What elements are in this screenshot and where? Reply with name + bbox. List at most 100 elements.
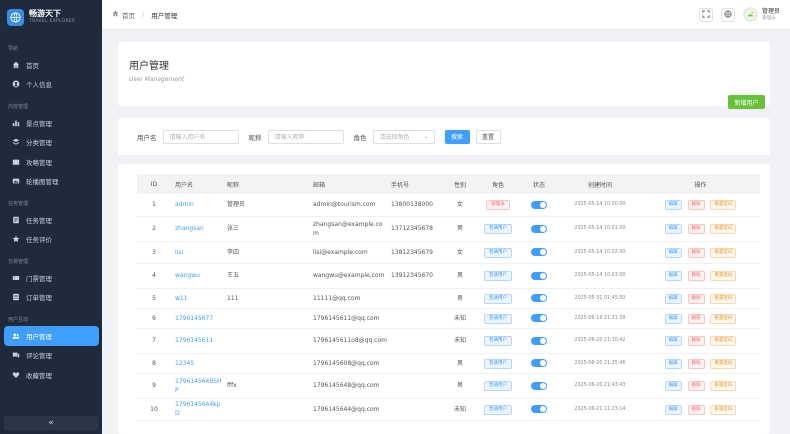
- delete-button[interactable]: 删除: [687, 271, 705, 281]
- cell-gender: 男: [443, 263, 477, 289]
- status-toggle[interactable]: [531, 314, 547, 322]
- delete-button[interactable]: 删除: [687, 313, 705, 324]
- username-link[interactable]: 1796145648SHP: [175, 378, 222, 394]
- reset-password-button[interactable]: 重置密码: [710, 247, 737, 258]
- cell-nickname: 李四: [223, 241, 309, 264]
- edit-button[interactable]: 编辑: [664, 293, 682, 304]
- reset-button[interactable]: 重置: [475, 129, 501, 144]
- delete-button[interactable]: 删除: [687, 381, 705, 391]
- role-select[interactable]: 请选择角色 ⌄: [372, 129, 435, 144]
- username-link[interactable]: lisi: [175, 249, 183, 256]
- cell-gender: 女: [443, 194, 477, 217]
- breadcrumb-home[interactable]: 首页: [122, 10, 135, 20]
- username-input[interactable]: 请输入用户名: [162, 129, 239, 144]
- delete-button[interactable]: 删除: [687, 200, 705, 211]
- role-tag: 普通用户: [484, 247, 512, 258]
- edit-button[interactable]: 编辑: [664, 271, 682, 281]
- cell-phone: [387, 328, 443, 354]
- username-link[interactable]: w11: [175, 295, 188, 302]
- status-toggle[interactable]: [531, 336, 547, 345]
- fullscreen-button[interactable]: [698, 7, 713, 22]
- edit-button[interactable]: 编辑: [664, 358, 682, 369]
- sidebar-item[interactable]: 用户管理: [4, 326, 99, 346]
- delete-button[interactable]: 删除: [687, 247, 705, 258]
- delete-button[interactable]: 删除: [687, 293, 705, 304]
- cell-actions: 编辑 删除 重置密码: [641, 308, 760, 329]
- sidebar-item-label: 攻略管理: [26, 158, 52, 167]
- cell-actions: 编辑 删除 重置密码: [641, 353, 760, 374]
- username-link[interactable]: 1796145644kpD: [175, 401, 220, 417]
- table-header-row: ID 用户名 昵称 邮箱 手机号 性别 角色 状态 创建时间 操作: [137, 174, 760, 194]
- username-link[interactable]: 1796145611: [175, 337, 213, 344]
- reset-password-button[interactable]: 重置密码: [710, 293, 737, 304]
- delete-button[interactable]: 删除: [687, 358, 705, 369]
- image-icon: [12, 177, 20, 185]
- cell-phone: 13712345678: [387, 216, 443, 242]
- sidebar-item[interactable]: 景点管理: [0, 113, 102, 133]
- status-toggle[interactable]: [531, 271, 547, 280]
- reset-password-button[interactable]: 重置密码: [710, 271, 737, 281]
- reset-password-button[interactable]: 重置密码: [710, 224, 737, 234]
- status-toggle[interactable]: [531, 224, 547, 233]
- status-toggle[interactable]: [531, 359, 547, 367]
- edit-button[interactable]: 编辑: [664, 381, 682, 391]
- reset-password-button[interactable]: 重置密码: [710, 358, 737, 369]
- edit-button[interactable]: 编辑: [664, 200, 682, 211]
- globe-icon: [724, 9, 732, 20]
- username-link[interactable]: zhangsan: [175, 225, 204, 232]
- fullscreen-icon: [702, 9, 710, 20]
- reset-password-button[interactable]: 重置密码: [710, 336, 737, 346]
- sidebar-item[interactable]: 评论管理: [0, 346, 102, 366]
- reset-password-button[interactable]: 重置密码: [710, 404, 737, 415]
- delete-button[interactable]: 删除: [687, 224, 705, 234]
- user-menu[interactable]: 管理员 管理员: [742, 7, 780, 22]
- column-header: 手机号: [387, 174, 443, 194]
- sidebar-item[interactable]: 首页: [0, 55, 102, 75]
- role-tag: 普通用户: [484, 313, 512, 324]
- brand[interactable]: 畅游天下 TRAVEL EXPLORER: [0, 0, 102, 34]
- status-toggle[interactable]: [531, 381, 547, 390]
- sidebar-item[interactable]: 门票管理: [0, 268, 102, 288]
- username-link[interactable]: wangwu: [175, 272, 200, 279]
- cell-gender: 男: [443, 216, 477, 242]
- edit-button[interactable]: 编辑: [664, 404, 682, 415]
- user-name: 管理员: [761, 7, 780, 15]
- top-header: 首页 / 用户管理 管理员 管理员: [102, 0, 790, 30]
- sidebar-item[interactable]: 分类管理: [0, 133, 102, 153]
- username-link[interactable]: admin: [175, 201, 194, 208]
- table-row: 2 zhangsan 张三 zhangsan@example.com 13712…: [137, 216, 760, 242]
- username-link[interactable]: 1796145677: [175, 315, 213, 322]
- sidebar-item[interactable]: 轮播图管理: [0, 172, 102, 192]
- sidebar-item[interactable]: 订单管理: [0, 288, 102, 308]
- add-user-button[interactable]: 新增用户: [728, 95, 765, 109]
- sidebar-item[interactable]: 收藏管理: [0, 365, 102, 385]
- language-button[interactable]: [720, 7, 735, 22]
- edit-button[interactable]: 编辑: [664, 247, 682, 258]
- edit-button[interactable]: 编辑: [664, 336, 682, 346]
- delete-button[interactable]: 删除: [687, 336, 705, 346]
- sidebar-item[interactable]: 攻略管理: [0, 152, 102, 172]
- username-link[interactable]: 12345: [175, 360, 194, 367]
- column-header: 角色: [477, 174, 519, 194]
- collapse-sidebar-button[interactable]: «: [4, 416, 98, 430]
- sidebar-item[interactable]: 任务管理: [0, 210, 102, 230]
- edit-button[interactable]: 编辑: [664, 313, 682, 324]
- cell-created: 2025-06-20 21:43:43: [559, 373, 641, 399]
- edit-button[interactable]: 编辑: [664, 224, 682, 234]
- status-toggle[interactable]: [531, 294, 547, 302]
- nickname-input[interactable]: 请输入昵称: [267, 129, 344, 144]
- reset-password-button[interactable]: 重置密码: [710, 381, 737, 391]
- status-toggle[interactable]: [531, 248, 547, 256]
- cell-created: 2025-06-20 21:35:46: [559, 353, 641, 374]
- search-button[interactable]: 搜索: [444, 129, 470, 144]
- cell-id: 10: [137, 398, 171, 421]
- reset-password-button[interactable]: 重置密码: [710, 313, 737, 324]
- sidebar-item-label: 首页: [26, 61, 39, 70]
- cell-gender: 男: [443, 373, 477, 399]
- delete-button[interactable]: 删除: [687, 404, 705, 415]
- reset-password-button[interactable]: 重置密码: [710, 200, 737, 211]
- status-toggle[interactable]: [531, 200, 547, 209]
- status-toggle[interactable]: [531, 405, 547, 413]
- sidebar-item[interactable]: 个人信息: [0, 75, 102, 95]
- sidebar-item[interactable]: 任务评价: [0, 230, 102, 250]
